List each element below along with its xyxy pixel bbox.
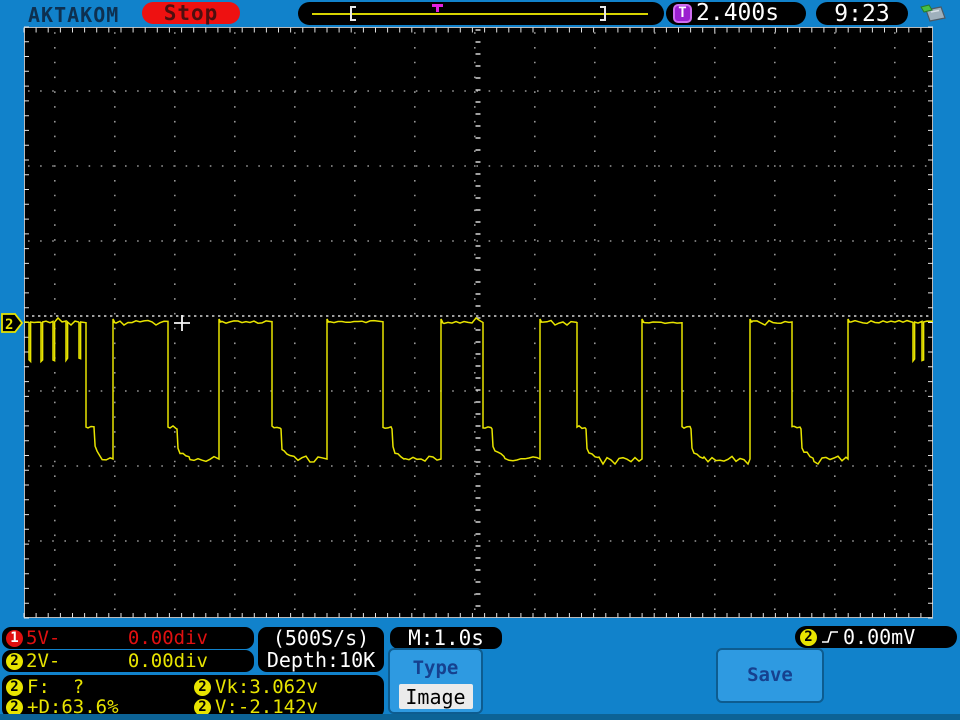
trigger-time-value: 2.400s <box>696 0 780 26</box>
trigger-t-icon: T <box>673 4 692 23</box>
trigger-level-readout: 2 0.00mV <box>795 626 957 648</box>
sample-rate: (500S/s) <box>272 626 370 650</box>
graticule-background <box>24 27 933 618</box>
ch1-offset: 0.00div <box>127 627 208 649</box>
save-button[interactable]: Save <box>716 648 824 703</box>
run-status-badge: Stop <box>142 2 240 25</box>
svg-text:2: 2 <box>5 317 13 333</box>
channel2-status: 2 2V- 0.00div <box>2 650 254 672</box>
rising-edge-icon <box>822 631 838 643</box>
type-menu-button[interactable]: Type Image <box>388 648 483 714</box>
ch2-scale: 2V- <box>26 650 61 672</box>
type-label: Type <box>412 657 459 679</box>
clock-badge: 9:23 <box>816 2 908 26</box>
display-area: 2 <box>1 26 934 619</box>
grid-dots <box>28 32 927 610</box>
trigger-source-badge: 2 <box>800 628 817 646</box>
channel2-marker: 2 <box>1 313 24 333</box>
brand-label: AKTAKOM <box>28 3 120 27</box>
bottom-edge-strip <box>0 714 960 720</box>
acquisition-panel: (500S/s) Depth:10K <box>258 627 384 672</box>
ch2-badge: 2 <box>6 652 23 670</box>
edge-ticks <box>23 26 933 619</box>
trigger-level-value: 0.00mV <box>843 625 916 649</box>
center-axes <box>26 29 929 607</box>
oscilloscope-screen: AKTAKOM Stop T 2.400s 9:23 2 1 5V- 0.00d… <box>0 0 960 720</box>
channel1-status: 1 5V- 0.00div <box>2 627 254 649</box>
usb-storage-icon <box>918 2 948 28</box>
measurements-panel: 2 F: ? 2 +D:63.6% 2 Vk:3.062v 2 V:-2.142… <box>2 675 384 718</box>
trigger-time-badge: T 2.400s <box>666 2 806 25</box>
measurement-frequency: 2 F: ? <box>6 678 84 697</box>
ch2-badge: 2 <box>6 679 23 696</box>
trigger-cross-icon <box>174 315 190 331</box>
ch1-badge: 1 <box>6 629 23 647</box>
ch2-offset: 0.00div <box>127 650 208 672</box>
window-right-bracket-icon <box>600 6 606 21</box>
timebase-readout: M:1.0s <box>390 627 502 650</box>
window-left-bracket-icon <box>350 6 356 21</box>
ch1-scale: 5V- <box>26 627 61 649</box>
memory-depth: Depth:10K <box>266 648 376 672</box>
graticule-border <box>24 27 933 618</box>
trigger-position-bar <box>298 2 664 25</box>
ch2-badge: 2 <box>194 679 211 696</box>
ch2-trace <box>23 316 934 466</box>
trigger-position-marker-icon <box>432 4 443 12</box>
type-selected-value[interactable]: Image <box>398 684 473 709</box>
measurement-vk: 2 Vk:3.062v <box>194 678 318 697</box>
memory-window-line <box>312 13 648 15</box>
